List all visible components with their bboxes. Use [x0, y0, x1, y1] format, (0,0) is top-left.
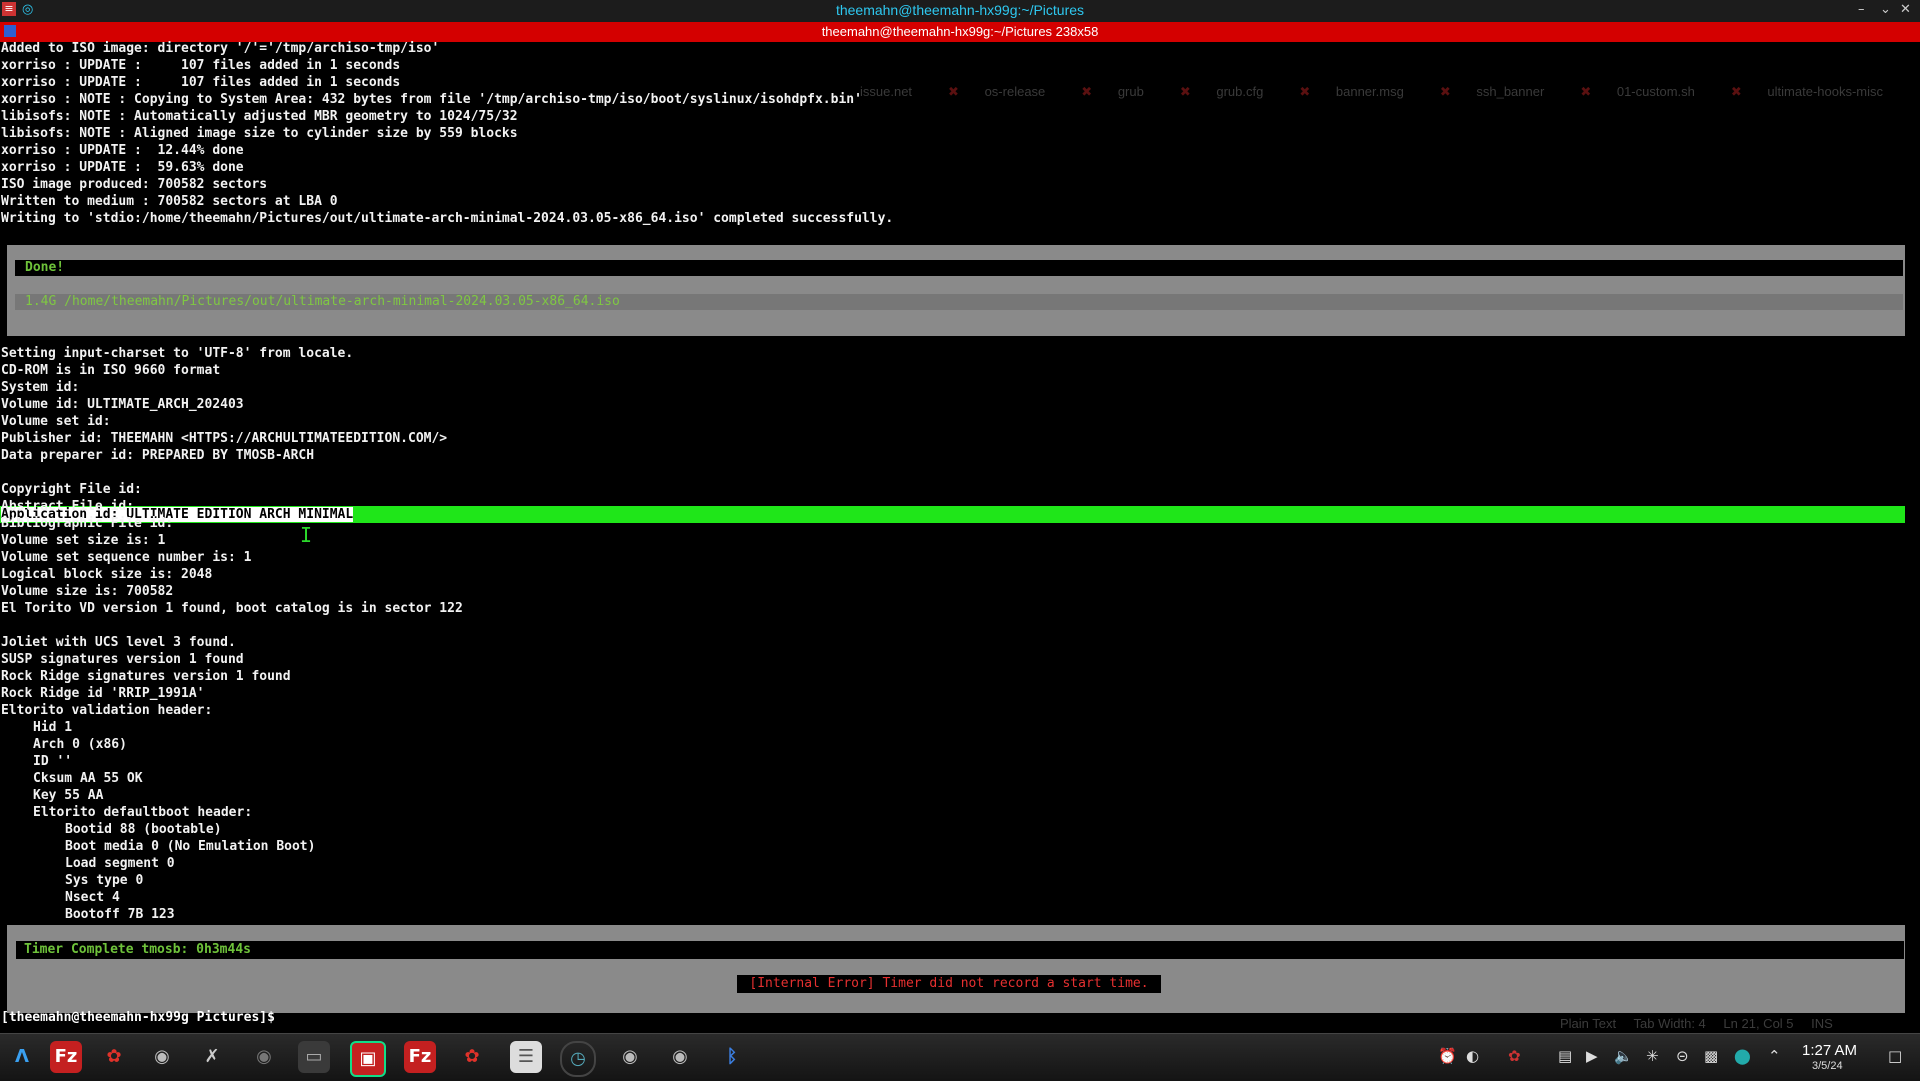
- terminal-line: Data preparer id: PREPARED BY TMOSB-ARCH: [1, 448, 315, 463]
- terminal-line: CD-ROM is in ISO 9660 format: [1, 363, 221, 378]
- tab-title: theemahn@theemahn-hx99g:~/Pictures 238x5…: [821, 24, 1099, 39]
- terminal-line: Sys type 0: [65, 873, 144, 888]
- window-title: theemahn@theemahn-hx99g:~/Pictures: [835, 2, 1085, 18]
- terminal-line: Volume id: ULTIMATE_ARCH_202403: [1, 397, 244, 412]
- terminal-line: ISO image produced: 700582 sectors: [1, 177, 268, 192]
- strawberry-tray-icon[interactable]: ✿: [1508, 1047, 1521, 1065]
- terminal-icon[interactable]: ▣: [350, 1041, 386, 1077]
- done-label: Done!: [25, 260, 65, 275]
- tab-width: Tab Width: 4: [1633, 1016, 1706, 1031]
- iso-result-bar: 1.4G /home/theemahn/Pictures/out/ultimat…: [15, 294, 1903, 310]
- filezilla-icon[interactable]: Fz: [404, 1041, 436, 1073]
- terminal-line: Rock Ridge signatures version 1 found: [1, 669, 291, 684]
- text-cursor-icon: I: [300, 523, 313, 547]
- clock-time[interactable]: 1:27 AM: [1802, 1042, 1857, 1059]
- tab-icon: [4, 25, 16, 37]
- terminal-line: Cksum AA 55 OK: [33, 771, 143, 786]
- disk-icon[interactable]: ◉: [248, 1041, 280, 1073]
- selected-line-highlight[interactable]: Application id: ULTIMATE EDITION ARCH MI…: [0, 506, 1905, 523]
- terminal-line: Writing to 'stdio:/home/theemahn/Picture…: [1, 211, 894, 226]
- files-icon[interactable]: ▭: [298, 1041, 330, 1073]
- terminal-line: Written to medium : 700582 sectors at LB…: [1, 194, 338, 209]
- terminal-line: Added to ISO image: directory '/'='/tmp/…: [1, 41, 440, 56]
- notifications-icon[interactable]: □: [1888, 1047, 1902, 1065]
- clock-icon[interactable]: ◷: [560, 1041, 596, 1077]
- alarm-icon[interactable]: ⏰: [1438, 1047, 1457, 1065]
- window-titlebar: ≡ ◎ theemahn@theemahn-hx99g:~/Pictures –…: [0, 0, 1920, 23]
- terminal-line: xorriso : UPDATE : 107 files added in 1 …: [1, 58, 401, 73]
- close-button[interactable]: ✕: [1900, 2, 1911, 17]
- media-play-icon[interactable]: ▶: [1586, 1047, 1598, 1065]
- terminal-line: Arch 0 (x86): [33, 737, 127, 752]
- terminal-line: xorriso : UPDATE : 59.63% done: [1, 160, 244, 175]
- minimize-button[interactable]: –: [1858, 2, 1865, 17]
- terminal-line: ID '': [33, 754, 73, 769]
- terminal-line: El Torito VD version 1 found, boot catal…: [1, 601, 463, 616]
- chrome-icon[interactable]: ◉: [146, 1041, 178, 1073]
- syntax-mode: Plain Text: [1560, 1016, 1617, 1031]
- shell-prompt[interactable]: [theemahn@theemahn-hx99g Pictures]$: [1, 1009, 275, 1026]
- terminal-line: Volume set size is: 1: [1, 533, 166, 548]
- terminal-line: Copyright File id:: [1, 482, 142, 497]
- terminal-line: Boot media 0 (No Emulation Boot): [65, 839, 316, 854]
- volume-icon[interactable]: 🔈: [1614, 1047, 1633, 1065]
- chrome-icon[interactable]: ◉: [614, 1041, 646, 1073]
- terminal-line: Volume size is: 700582: [1, 584, 174, 599]
- maximize-button[interactable]: ⌄: [1880, 2, 1891, 17]
- terminal-line: Eltorito defaultboot header:: [33, 805, 253, 820]
- terminal-line: Key 55 AA: [33, 788, 104, 803]
- terminal-line: Volume set sequence number is: 1: [1, 550, 252, 565]
- terminal-line: System id:: [1, 380, 80, 395]
- terminal-line: SUSP signatures version 1 found: [1, 652, 244, 667]
- speedometer-icon[interactable]: ◐: [1466, 1047, 1479, 1065]
- terminal-line: Volume set id:: [1, 414, 111, 429]
- strawberry-icon[interactable]: ✿: [98, 1041, 130, 1073]
- terminal-line: Publisher id: THEEMAHN <HTTPS://ARCHULTI…: [1, 431, 448, 446]
- cursor-position: Ln 21, Col 5: [1723, 1016, 1794, 1031]
- insert-mode: INS: [1811, 1016, 1833, 1031]
- terminal-line: Eltorito validation header:: [1, 703, 213, 718]
- network-icon[interactable]: ▩: [1704, 1047, 1718, 1065]
- usb-icon[interactable]: ⊝: [1676, 1047, 1689, 1065]
- terminal-output[interactable]: Added to ISO image: directory '/'='/tmp/…: [0, 40, 1910, 1028]
- tools-icon[interactable]: ✗: [196, 1041, 228, 1073]
- notes-icon[interactable]: ☰: [510, 1041, 542, 1073]
- terminal-line: Abstract File id:: [1, 499, 135, 514]
- strawberry-icon[interactable]: ✿: [456, 1041, 488, 1073]
- clock-date[interactable]: 3/5/24: [1812, 1060, 1843, 1072]
- terminal-line: Bootid 88 (bootable): [65, 822, 222, 837]
- terminal-line: Bootoff 7B 123: [65, 907, 175, 922]
- clipboard-icon[interactable]: ▤: [1558, 1047, 1572, 1065]
- internal-error-message: [Internal Error] Timer did not record a …: [737, 975, 1161, 993]
- chevron-up-icon[interactable]: ⌃: [1768, 1047, 1781, 1065]
- done-bar: Done!: [15, 260, 1903, 276]
- terminal-line: xorriso : NOTE : Copying to System Area:…: [1, 92, 862, 107]
- timer-bar: Timer Complete tmosb: 0h3m44s: [16, 941, 1904, 959]
- chrome-icon[interactable]: ◉: [664, 1041, 696, 1073]
- terminal-line: xorriso : UPDATE : 12.44% done: [1, 143, 244, 158]
- terminal-line: Setting input-charset to 'UTF-8' from lo…: [1, 346, 354, 361]
- terminal-line: xorriso : UPDATE : 107 files added in 1 …: [1, 75, 401, 90]
- terminal-line: Rock Ridge id 'RRIP_1991A': [1, 686, 205, 701]
- terminal-line: Joliet with UCS level 3 found.: [1, 635, 236, 650]
- terminal-line: Bibliographic File id:: [1, 516, 174, 531]
- iso-result: 1.4G /home/theemahn/Pictures/out/ultimat…: [25, 294, 620, 309]
- terminal-line: Nsect 4: [65, 890, 120, 905]
- taskbar: Λ Fz ✿ ◉ ✗ ◉ ▭ ▣ Fz ✿ ☰ ◷ ◉ ◉ ᛒ ⏰ ◐ ✿ ▤ …: [0, 1033, 1920, 1081]
- terminal-line: Logical block size is: 2048: [1, 567, 213, 582]
- terminal-line: Hid 1: [33, 720, 73, 735]
- terminal-tab[interactable]: theemahn@theemahn-hx99g:~/Pictures 238x5…: [0, 22, 1920, 42]
- terminal-line: libisofs: NOTE : Aligned image size to c…: [1, 126, 518, 141]
- timer-complete: Timer Complete tmosb: 0h3m44s: [24, 942, 251, 957]
- app-launcher-icon[interactable]: Λ: [6, 1041, 38, 1073]
- filezilla-icon[interactable]: Fz: [50, 1041, 82, 1073]
- done-panel: Done! 1.4G /home/theemahn/Pictures/out/u…: [7, 245, 1905, 336]
- terminal-line: Load segment 0: [65, 856, 175, 871]
- vpn-icon[interactable]: ⬤: [1734, 1047, 1751, 1065]
- background-editor-status: Plain Text Tab Width: 4 Ln 21, Col 5 INS: [1560, 1016, 1847, 1031]
- terminal-line: libisofs: NOTE : Automatically adjusted …: [1, 109, 518, 124]
- timer-panel: Timer Complete tmosb: 0h3m44s: [7, 925, 1905, 1013]
- bluetooth-icon[interactable]: ᛒ: [716, 1041, 748, 1073]
- bluetooth-tray-icon[interactable]: ✳: [1646, 1047, 1659, 1065]
